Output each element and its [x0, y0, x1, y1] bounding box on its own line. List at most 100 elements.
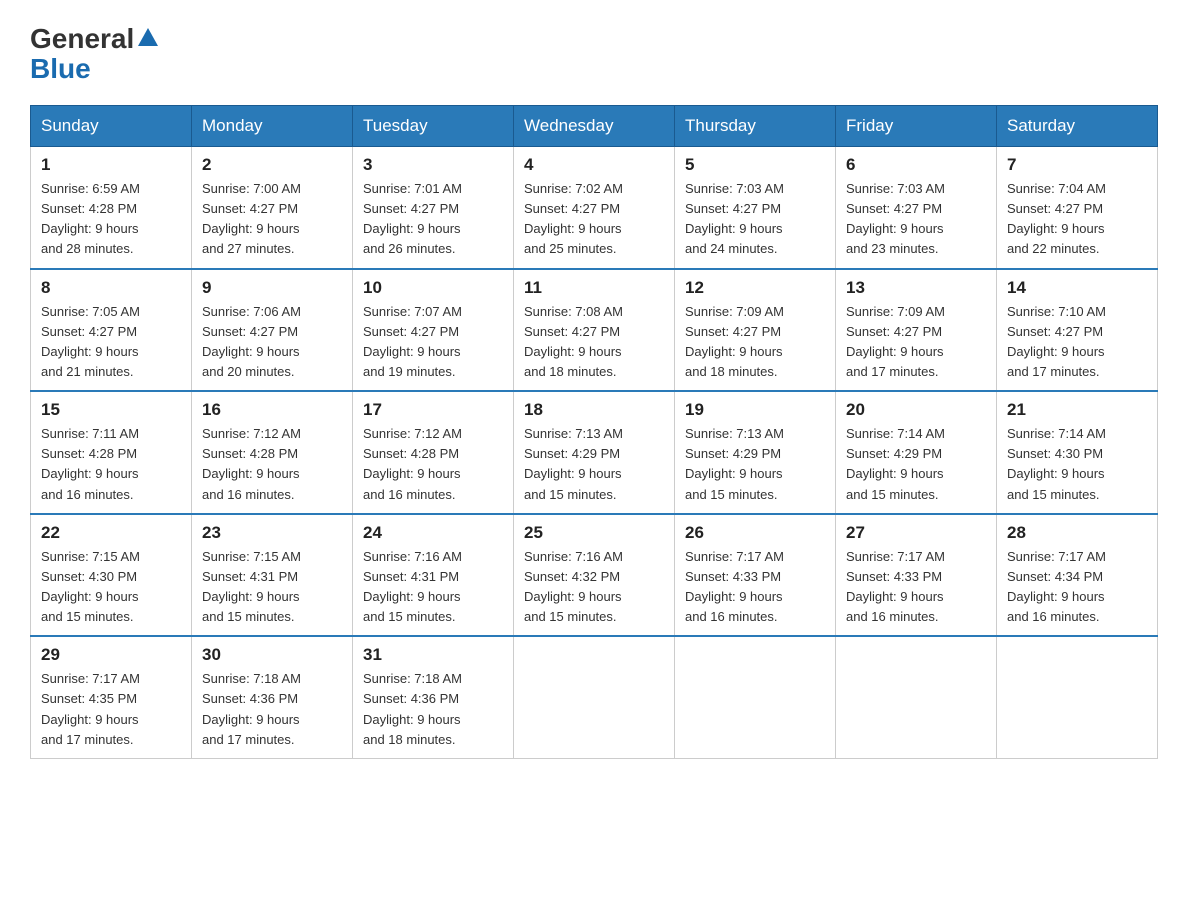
day-number: 18	[524, 400, 664, 420]
calendar-cell: 15Sunrise: 7:11 AMSunset: 4:28 PMDayligh…	[31, 391, 192, 514]
day-info: Sunrise: 7:17 AMSunset: 4:35 PMDaylight:…	[41, 669, 181, 750]
calendar-cell: 31 Sunrise: 7:18 AMSunset: 4:36 PMDayligh…	[353, 636, 514, 758]
day-number: 5	[685, 155, 825, 175]
weekday-header-monday: Monday	[192, 106, 353, 147]
logo: General Blue	[30, 20, 158, 85]
day-info: Sunrise: 7:17 AMSunset: 4:33 PMDaylight:…	[846, 547, 986, 628]
day-info: Sunrise: 7:06 AMSunset: 4:27 PMDaylight:…	[202, 302, 342, 383]
day-info: Sunrise: 7:16 AMSunset: 4:31 PMDaylight:…	[363, 547, 503, 628]
day-number: 9	[202, 278, 342, 298]
day-number: 6	[846, 155, 986, 175]
day-number: 1	[41, 155, 181, 175]
calendar-cell: 24 Sunrise: 7:16 AMSunset: 4:31 PMDayligh…	[353, 514, 514, 637]
weekday-header-sunday: Sunday	[31, 106, 192, 147]
calendar-cell: 9 Sunrise: 7:06 AMSunset: 4:27 PMDaylight…	[192, 269, 353, 392]
weekday-header-friday: Friday	[836, 106, 997, 147]
day-info: Sunrise: 6:59 AMSunset: 4:28 PMDaylight:…	[41, 179, 181, 260]
calendar-cell: 22Sunrise: 7:15 AMSunset: 4:30 PMDayligh…	[31, 514, 192, 637]
calendar-cell: 28Sunrise: 7:17 AMSunset: 4:34 PMDayligh…	[997, 514, 1158, 637]
calendar-cell: 8 Sunrise: 7:05 AMSunset: 4:27 PMDaylight…	[31, 269, 192, 392]
day-number: 17	[363, 400, 503, 420]
weekday-header-thursday: Thursday	[675, 106, 836, 147]
calendar-cell: 4 Sunrise: 7:02 AMSunset: 4:27 PMDaylight…	[514, 147, 675, 269]
day-info: Sunrise: 7:13 AMSunset: 4:29 PMDaylight:…	[685, 424, 825, 505]
calendar-cell: 25 Sunrise: 7:16 AMSunset: 4:32 PMDayligh…	[514, 514, 675, 637]
calendar-table: SundayMondayTuesdayWednesdayThursdayFrid…	[30, 105, 1158, 759]
calendar-cell: 18 Sunrise: 7:13 AMSunset: 4:29 PMDayligh…	[514, 391, 675, 514]
day-info: Sunrise: 7:12 AMSunset: 4:28 PMDaylight:…	[363, 424, 503, 505]
calendar-cell: 2Sunrise: 7:00 AMSunset: 4:27 PMDaylight…	[192, 147, 353, 269]
day-info: Sunrise: 7:03 AMSunset: 4:27 PMDaylight:…	[846, 179, 986, 260]
day-number: 25	[524, 523, 664, 543]
day-info: Sunrise: 7:10 AMSunset: 4:27 PMDaylight:…	[1007, 302, 1147, 383]
logo-blue-label: Blue	[30, 53, 91, 85]
day-number: 8	[41, 278, 181, 298]
day-info: Sunrise: 7:05 AMSunset: 4:27 PMDaylight:…	[41, 302, 181, 383]
calendar-cell: 5 Sunrise: 7:03 AMSunset: 4:27 PMDaylight…	[675, 147, 836, 269]
day-number: 20	[846, 400, 986, 420]
calendar-cell: 26Sunrise: 7:17 AMSunset: 4:33 PMDayligh…	[675, 514, 836, 637]
day-info: Sunrise: 7:12 AMSunset: 4:28 PMDaylight:…	[202, 424, 342, 505]
day-number: 13	[846, 278, 986, 298]
day-info: Sunrise: 7:15 AMSunset: 4:31 PMDaylight:…	[202, 547, 342, 628]
calendar-cell: 30 Sunrise: 7:18 AMSunset: 4:36 PMDayligh…	[192, 636, 353, 758]
day-info: Sunrise: 7:09 AMSunset: 4:27 PMDaylight:…	[685, 302, 825, 383]
calendar-cell	[514, 636, 675, 758]
day-number: 21	[1007, 400, 1147, 420]
day-number: 16	[202, 400, 342, 420]
day-number: 29	[41, 645, 181, 665]
day-number: 11	[524, 278, 664, 298]
day-info: Sunrise: 7:09 AMSunset: 4:27 PMDaylight:…	[846, 302, 986, 383]
day-number: 30	[202, 645, 342, 665]
calendar-cell: 20 Sunrise: 7:14 AMSunset: 4:29 PMDayligh…	[836, 391, 997, 514]
day-number: 26	[685, 523, 825, 543]
calendar-cell: 14Sunrise: 7:10 AMSunset: 4:27 PMDayligh…	[997, 269, 1158, 392]
calendar-cell: 17 Sunrise: 7:12 AMSunset: 4:28 PMDayligh…	[353, 391, 514, 514]
calendar-cell: 6 Sunrise: 7:03 AMSunset: 4:27 PMDaylight…	[836, 147, 997, 269]
calendar-cell: 27Sunrise: 7:17 AMSunset: 4:33 PMDayligh…	[836, 514, 997, 637]
calendar-cell	[836, 636, 997, 758]
calendar-cell: 1 Sunrise: 6:59 AMSunset: 4:28 PMDaylight…	[31, 147, 192, 269]
day-info: Sunrise: 7:02 AMSunset: 4:27 PMDaylight:…	[524, 179, 664, 260]
day-info: Sunrise: 7:15 AMSunset: 4:30 PMDaylight:…	[41, 547, 181, 628]
calendar-cell: 16 Sunrise: 7:12 AMSunset: 4:28 PMDayligh…	[192, 391, 353, 514]
day-info: Sunrise: 7:14 AMSunset: 4:29 PMDaylight:…	[846, 424, 986, 505]
day-info: Sunrise: 7:13 AMSunset: 4:29 PMDaylight:…	[524, 424, 664, 505]
day-info: Sunrise: 7:04 AMSunset: 4:27 PMDaylight:…	[1007, 179, 1147, 260]
week-row-2: 8 Sunrise: 7:05 AMSunset: 4:27 PMDaylight…	[31, 269, 1158, 392]
calendar-cell: 11 Sunrise: 7:08 AMSunset: 4:27 PMDayligh…	[514, 269, 675, 392]
day-info: Sunrise: 7:16 AMSunset: 4:32 PMDaylight:…	[524, 547, 664, 628]
day-info: Sunrise: 7:03 AMSunset: 4:27 PMDaylight:…	[685, 179, 825, 260]
day-number: 24	[363, 523, 503, 543]
calendar-cell: 29 Sunrise: 7:17 AMSunset: 4:35 PMDayligh…	[31, 636, 192, 758]
day-info: Sunrise: 7:01 AMSunset: 4:27 PMDaylight:…	[363, 179, 503, 260]
day-info: Sunrise: 7:08 AMSunset: 4:27 PMDaylight:…	[524, 302, 664, 383]
day-number: 28	[1007, 523, 1147, 543]
week-row-1: 1 Sunrise: 6:59 AMSunset: 4:28 PMDaylight…	[31, 147, 1158, 269]
logo-general-text: General	[30, 25, 158, 53]
calendar-cell	[997, 636, 1158, 758]
day-info: Sunrise: 7:18 AMSunset: 4:36 PMDaylight:…	[363, 669, 503, 750]
weekday-header-wednesday: Wednesday	[514, 106, 675, 147]
day-number: 12	[685, 278, 825, 298]
calendar-cell: 23 Sunrise: 7:15 AMSunset: 4:31 PMDayligh…	[192, 514, 353, 637]
day-info: Sunrise: 7:14 AMSunset: 4:30 PMDaylight:…	[1007, 424, 1147, 505]
logo-triangle-icon	[138, 28, 158, 46]
calendar-cell: 7Sunrise: 7:04 AMSunset: 4:27 PMDaylight…	[997, 147, 1158, 269]
logo-general-label: General	[30, 25, 134, 53]
day-number: 31	[363, 645, 503, 665]
day-number: 23	[202, 523, 342, 543]
week-row-5: 29 Sunrise: 7:17 AMSunset: 4:35 PMDayligh…	[31, 636, 1158, 758]
day-number: 19	[685, 400, 825, 420]
calendar-cell: 19 Sunrise: 7:13 AMSunset: 4:29 PMDayligh…	[675, 391, 836, 514]
calendar-cell: 13 Sunrise: 7:09 AMSunset: 4:27 PMDayligh…	[836, 269, 997, 392]
page-header: General Blue	[30, 20, 1158, 85]
week-row-4: 22Sunrise: 7:15 AMSunset: 4:30 PMDayligh…	[31, 514, 1158, 637]
calendar-cell: 12 Sunrise: 7:09 AMSunset: 4:27 PMDayligh…	[675, 269, 836, 392]
day-number: 4	[524, 155, 664, 175]
calendar-cell: 10Sunrise: 7:07 AMSunset: 4:27 PMDayligh…	[353, 269, 514, 392]
day-info: Sunrise: 7:07 AMSunset: 4:27 PMDaylight:…	[363, 302, 503, 383]
day-number: 3	[363, 155, 503, 175]
day-number: 2	[202, 155, 342, 175]
day-info: Sunrise: 7:18 AMSunset: 4:36 PMDaylight:…	[202, 669, 342, 750]
